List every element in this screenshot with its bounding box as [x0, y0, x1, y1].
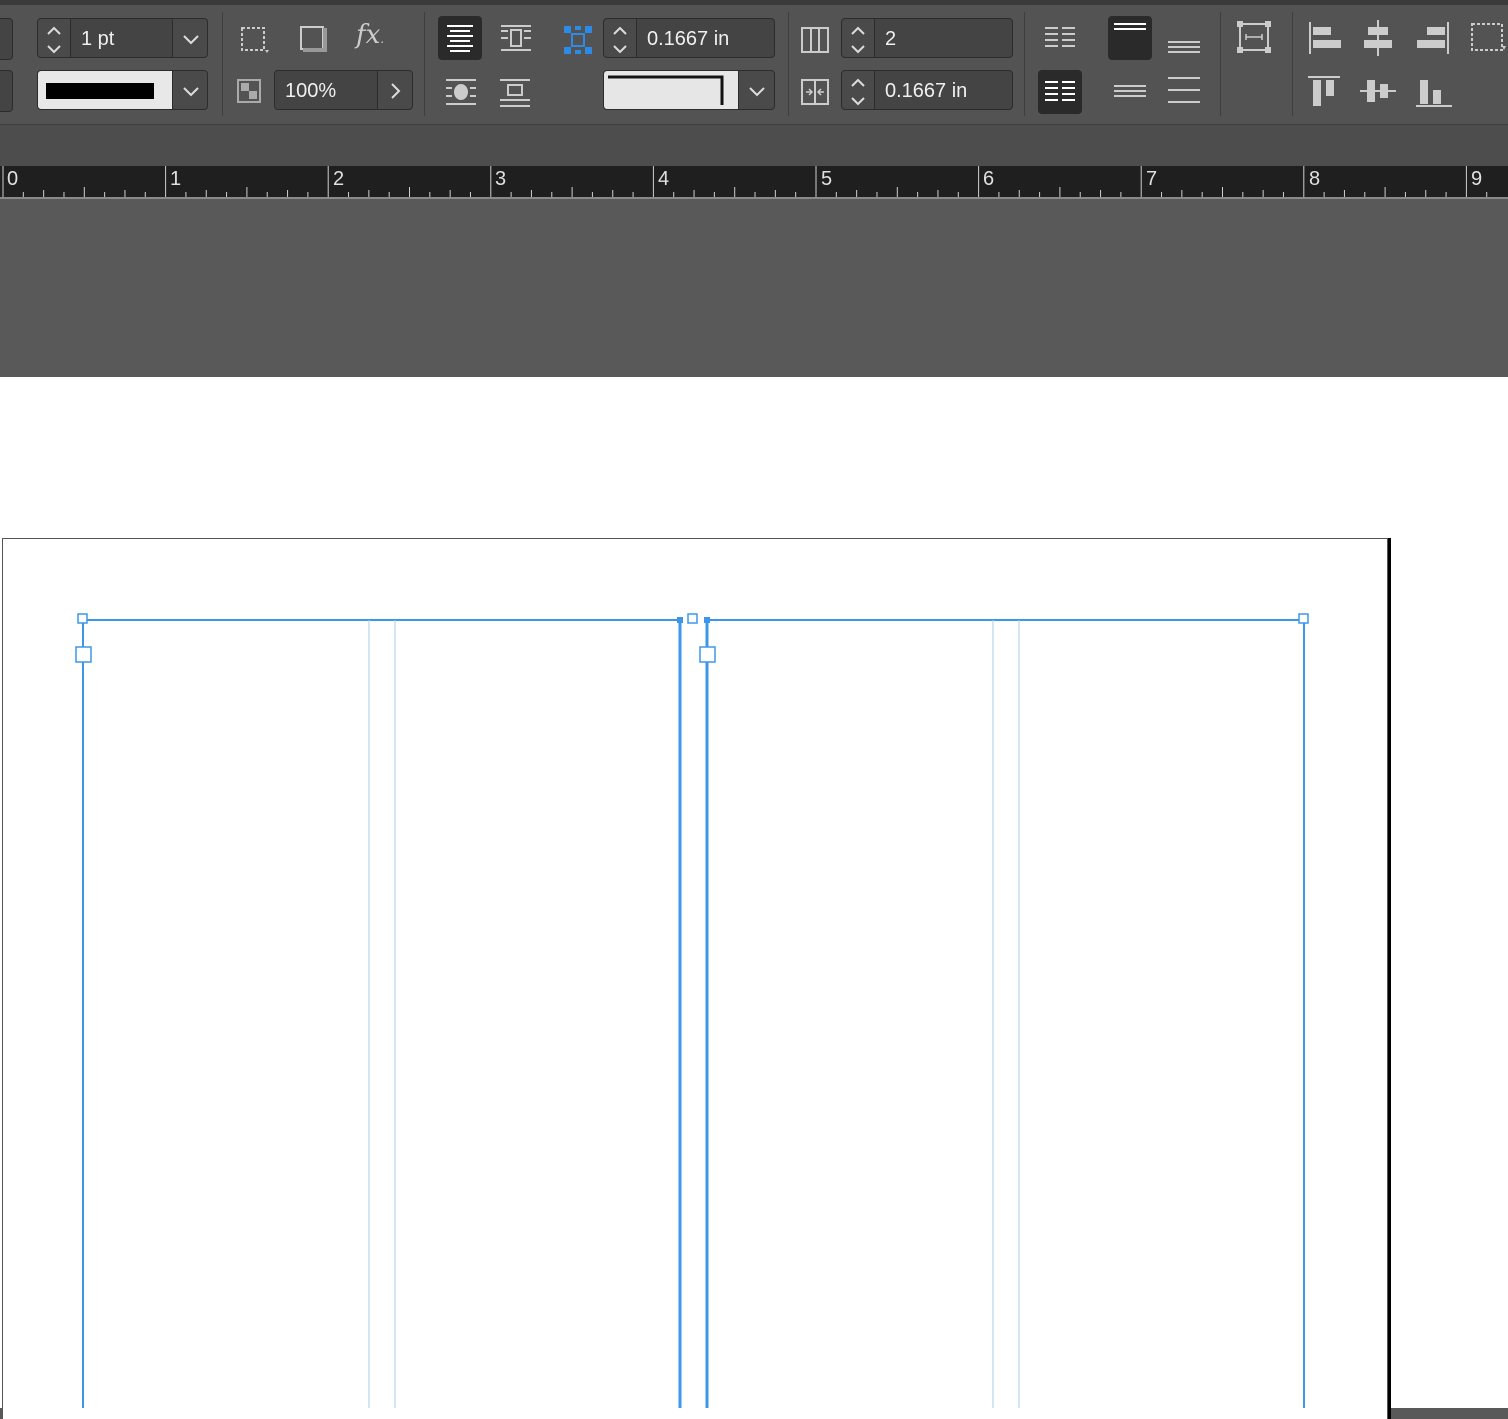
justify-vertical-button[interactable]: [1164, 72, 1204, 112]
align-bottom-text-icon: [1168, 41, 1200, 53]
wrap-object-icon: [446, 79, 476, 105]
align-top-text-button[interactable]: [1108, 16, 1152, 60]
text-frame-left[interactable]: [82, 619, 682, 1408]
align-hcenter-button[interactable]: [1358, 18, 1398, 58]
columns-icon: [800, 24, 830, 56]
align-top-button[interactable]: [1304, 72, 1344, 112]
ruler-mark: 2: [333, 168, 345, 190]
corner-shape-dropdown[interactable]: [738, 70, 775, 110]
text-frames: [75, 613, 1309, 1408]
spinner-icon: [851, 26, 865, 54]
align-bottom-button[interactable]: [1414, 72, 1454, 112]
partial-field-top[interactable]: [0, 18, 13, 60]
align-left-icon: [1309, 22, 1341, 54]
distribute-icon: [1471, 23, 1506, 51]
chevron-down-icon: [183, 35, 199, 45]
in-port-link: [704, 617, 710, 623]
align-bottom-icon: [1416, 80, 1452, 107]
text-frame-right[interactable]: [705, 619, 1305, 1408]
partial-field-bottom[interactable]: [0, 70, 13, 112]
align-vcenter-icon: [1360, 80, 1396, 102]
columns-spinner[interactable]: [841, 18, 875, 58]
jump-object-icon: [500, 79, 530, 107]
align-right-icon: [1417, 22, 1449, 54]
stroke-type-swatch: [46, 83, 154, 99]
in-port-handle[interactable]: [75, 646, 92, 663]
span-columns-button[interactable]: [1038, 70, 1082, 114]
ruler-mark: 1: [170, 168, 182, 190]
align-hcenter-icon: [1364, 20, 1392, 56]
align-center-icon: [447, 25, 473, 52]
align-middle-text-icon: [1114, 85, 1146, 97]
horizontal-ruler[interactable]: 0 1 2 3 4 5 6 7 8 9: [0, 166, 1508, 199]
align-center-text-button[interactable]: [1164, 20, 1204, 60]
align-top-text-icon: [1114, 23, 1146, 30]
chevron-down-icon: [749, 87, 765, 97]
corner-shape-icon: [608, 75, 724, 105]
wrap-none-icon[interactable]: [238, 22, 274, 56]
ruler-mark: 0: [7, 168, 19, 190]
in-port-handle[interactable]: [699, 646, 716, 663]
stroke-weight-field[interactable]: 1 pt: [70, 18, 173, 58]
balance-columns-button[interactable]: [1040, 20, 1080, 56]
ruler-mark: 7: [1146, 168, 1158, 190]
out-port-link: [677, 617, 683, 623]
align-right-button[interactable]: [1414, 18, 1454, 58]
resize-handle[interactable]: [1298, 613, 1309, 624]
align-middle-text-button[interactable]: [1110, 72, 1150, 112]
spinner-icon: [851, 78, 865, 106]
drop-shadow-icon[interactable]: [296, 22, 330, 56]
justify-icon: [501, 25, 531, 51]
align-top-icon: [1308, 76, 1340, 106]
ruler-mark: 3: [495, 168, 507, 190]
fit-frame-button[interactable]: [1234, 18, 1274, 58]
align-left-button[interactable]: [1304, 18, 1344, 58]
resize-handle[interactable]: [77, 613, 88, 624]
stroke-weight-spinner[interactable]: [37, 18, 71, 58]
ruler-mark: 8: [1309, 168, 1321, 190]
fit-frame-icon: [1237, 21, 1271, 53]
columns-field[interactable]: 2: [874, 18, 1013, 58]
jump-object-button[interactable]: [494, 72, 536, 112]
corner-shape-field[interactable]: [603, 70, 739, 110]
opacity-icon: [236, 78, 262, 104]
align-justify-button[interactable]: [494, 16, 538, 60]
opacity-arrow[interactable]: [377, 70, 413, 110]
ruler-ticks: [2, 166, 1488, 197]
chevron-right-icon: [391, 83, 401, 99]
spinner-icon: [613, 26, 627, 54]
auto-fit-icon[interactable]: [562, 24, 594, 56]
span-columns-icon: [1045, 81, 1075, 101]
justify-vertical-icon: [1168, 77, 1200, 103]
ruler-mark: 6: [983, 168, 995, 190]
inset-field[interactable]: 0.1667 in: [636, 18, 775, 58]
ruler-mark: 4: [658, 168, 670, 190]
chevron-down-icon: [183, 87, 199, 97]
align-center-button[interactable]: [438, 16, 482, 60]
ruler-mark: 5: [821, 168, 833, 190]
stroke-type-field[interactable]: [37, 70, 173, 110]
control-bar: 1 pt fx. 100% 0.1667 in 2 0.1667 in: [0, 0, 1508, 126]
spinner-icon: [47, 26, 61, 54]
gutter-field[interactable]: 0.1667 in: [874, 70, 1013, 110]
gutter-icon: [800, 76, 830, 108]
resize-handle[interactable]: [687, 613, 698, 624]
distribute-button[interactable]: [1466, 18, 1508, 58]
inset-spinner[interactable]: [603, 18, 637, 58]
ruler-mark: 9: [1471, 168, 1483, 190]
stroke-type-dropdown[interactable]: [172, 70, 208, 110]
stroke-weight-dropdown[interactable]: [172, 18, 208, 58]
balance-columns-icon: [1045, 27, 1075, 47]
fx-icon[interactable]: fx.: [356, 20, 384, 50]
tab-strip: [0, 125, 1508, 166]
gutter-spinner[interactable]: [841, 70, 875, 110]
align-vcenter-button[interactable]: [1358, 72, 1398, 112]
opacity-field[interactable]: 100%: [274, 70, 378, 110]
wrap-object-button[interactable]: [440, 72, 482, 112]
